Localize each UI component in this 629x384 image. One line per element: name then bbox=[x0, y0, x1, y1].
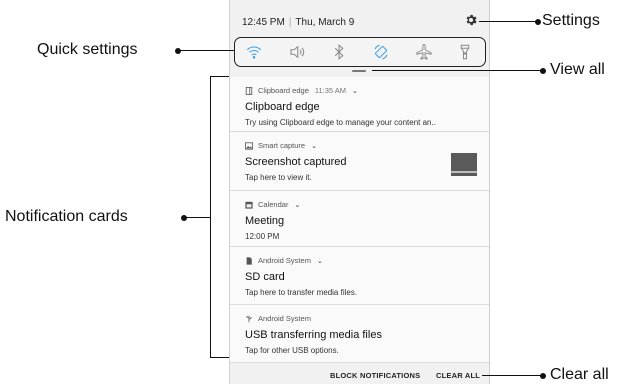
view-all-handle[interactable] bbox=[352, 70, 366, 72]
notification-card[interactable]: Calendar ⌄ Meeting 12:00 PM bbox=[230, 191, 489, 247]
callout-dot bbox=[181, 215, 187, 221]
flashlight-icon[interactable] bbox=[456, 43, 474, 61]
status-bar: 12:45 PM | Thu, March 9 bbox=[242, 17, 355, 28]
callout-line bbox=[482, 375, 542, 377]
chevron-down-icon[interactable]: ⌄ bbox=[294, 201, 300, 209]
notification-panel: 12:45 PM | Thu, March 9 Clipboard edge 11:… bbox=[229, 0, 490, 384]
status-time: 12:45 PM bbox=[242, 17, 285, 28]
screenshot-thumbnail[interactable] bbox=[451, 153, 477, 176]
settings-gear-icon[interactable] bbox=[464, 13, 478, 27]
callout-dot bbox=[540, 68, 546, 74]
bluetooth-icon[interactable] bbox=[330, 43, 348, 61]
card-time: 11:35 AM bbox=[314, 86, 347, 95]
callout-line bbox=[372, 70, 542, 72]
callout-bracket-top bbox=[210, 76, 229, 78]
card-app-name: Clipboard edge bbox=[258, 86, 309, 95]
callout-line bbox=[479, 21, 537, 23]
card-app-name: Android System bbox=[258, 256, 311, 265]
wifi-icon[interactable] bbox=[245, 43, 263, 61]
card-body: Tap for other USB options. bbox=[245, 346, 339, 355]
status-date: Thu, March 9 bbox=[295, 17, 355, 28]
callout-line bbox=[184, 217, 211, 219]
card-app-name: Calendar bbox=[258, 200, 289, 209]
callout-bracket bbox=[210, 76, 212, 358]
card-body: 12:00 PM bbox=[245, 232, 280, 241]
callout-quick-settings: Quick settings bbox=[37, 41, 138, 58]
auto-rotate-icon[interactable] bbox=[372, 43, 390, 61]
card-app-name: Android System bbox=[258, 314, 311, 323]
notification-card[interactable]: Android System USB transferring media fi… bbox=[230, 305, 489, 363]
callout-view-all: View all bbox=[550, 61, 605, 78]
clipboard-icon bbox=[245, 86, 253, 95]
card-title: Meeting bbox=[245, 215, 285, 227]
card-app-name: Smart capture bbox=[258, 141, 306, 150]
chevron-down-icon[interactable]: ⌄ bbox=[352, 87, 358, 95]
notification-footer: BLOCK NOTIFICATIONS CLEAR ALL bbox=[230, 363, 489, 384]
chevron-down-icon[interactable]: ⌄ bbox=[311, 142, 317, 150]
callout-dot bbox=[535, 19, 541, 25]
callout-dot bbox=[540, 373, 546, 379]
callout-line bbox=[178, 50, 234, 52]
image-icon bbox=[245, 141, 253, 150]
card-body: Tap here to view it. bbox=[245, 173, 312, 182]
airplane-mode-icon[interactable] bbox=[415, 43, 433, 61]
sound-icon[interactable] bbox=[288, 43, 306, 61]
card-title: USB transferring media files bbox=[245, 329, 382, 341]
sd-card-icon bbox=[246, 256, 252, 265]
card-title: Screenshot captured bbox=[245, 156, 347, 168]
card-title: Clipboard edge bbox=[245, 101, 320, 113]
usb-icon bbox=[246, 315, 252, 322]
clear-all-button[interactable]: CLEAR ALL bbox=[436, 371, 480, 380]
block-notifications-button[interactable]: BLOCK NOTIFICATIONS bbox=[330, 371, 420, 380]
callout-dot bbox=[175, 48, 181, 54]
card-title: SD card bbox=[245, 271, 285, 283]
callout-clear-all: Clear all bbox=[550, 366, 609, 383]
calendar-icon bbox=[245, 201, 253, 209]
callout-bracket-bottom bbox=[210, 357, 229, 359]
notification-card[interactable]: Android System ⌄ SD card Tap here to tra… bbox=[230, 247, 489, 305]
notification-card[interactable]: Clipboard edge 11:35 AM ⌄ Clipboard edge… bbox=[230, 77, 489, 132]
chevron-down-icon[interactable]: ⌄ bbox=[317, 257, 323, 265]
callout-settings: Settings bbox=[542, 12, 600, 29]
callout-notification-cards: Notification cards bbox=[5, 208, 128, 225]
notification-card[interactable]: Smart capture ⌄ Screenshot captured Tap … bbox=[230, 132, 489, 191]
card-body: Try using Clipboard edge to manage your … bbox=[245, 118, 436, 127]
card-body: Tap here to transfer media files. bbox=[245, 288, 358, 297]
quick-settings-bar bbox=[234, 37, 486, 67]
